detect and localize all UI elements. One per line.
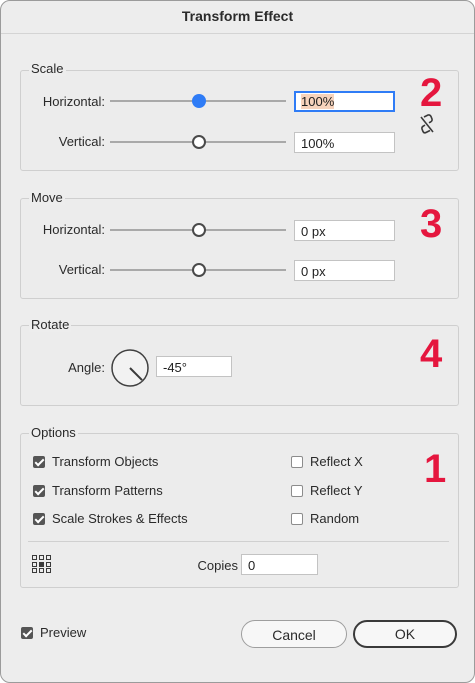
cancel-button[interactable]: Cancel bbox=[241, 620, 347, 648]
slider-thumb[interactable] bbox=[192, 223, 206, 237]
random-label: Random bbox=[310, 511, 360, 526]
slider-thumb[interactable] bbox=[192, 263, 206, 277]
scale-vertical-label: Vertical: bbox=[58, 134, 105, 149]
reflect-x-label: Reflect X bbox=[310, 454, 363, 469]
scale-strokes-checkbox[interactable] bbox=[33, 513, 45, 525]
options-divider bbox=[28, 541, 449, 542]
move-group bbox=[20, 198, 459, 299]
ok-button[interactable]: OK bbox=[353, 620, 457, 648]
copies-label: Copies bbox=[197, 558, 238, 573]
move-horizontal-slider[interactable] bbox=[110, 223, 286, 237]
copies-field[interactable]: 0 bbox=[241, 554, 318, 575]
angle-label: Angle: bbox=[68, 360, 105, 375]
annotation-number: 1 bbox=[424, 447, 447, 491]
reflect-x-checkbox[interactable] bbox=[291, 456, 303, 468]
scale-vertical-slider[interactable] bbox=[110, 135, 286, 149]
move-legend: Move bbox=[29, 190, 65, 205]
transform-patterns-label: Transform Patterns bbox=[52, 483, 163, 498]
selected-text: 100% bbox=[301, 94, 335, 109]
transform-objects-checkbox[interactable] bbox=[33, 456, 45, 468]
move-horizontal-field[interactable]: 0 px bbox=[294, 220, 395, 241]
move-vertical-slider[interactable] bbox=[110, 263, 286, 277]
scale-group bbox=[20, 70, 459, 171]
title-divider bbox=[1, 33, 474, 34]
reflect-y-checkbox[interactable] bbox=[291, 485, 303, 497]
random-checkbox[interactable] bbox=[291, 513, 303, 525]
preview-checkbox[interactable] bbox=[21, 627, 33, 639]
rotate-legend: Rotate bbox=[29, 317, 72, 332]
scale-legend: Scale bbox=[29, 61, 66, 76]
annotation-number: 2 bbox=[420, 71, 443, 115]
slider-thumb[interactable] bbox=[192, 135, 206, 149]
dialog-title: Transform Effect bbox=[181, 8, 294, 24]
angle-dial[interactable] bbox=[110, 348, 150, 388]
angle-field[interactable]: -45° bbox=[156, 356, 232, 377]
scale-strokes-label: Scale Strokes & Effects bbox=[52, 511, 188, 526]
move-vertical-label: Vertical: bbox=[58, 262, 105, 277]
reference-point-grid-icon[interactable] bbox=[31, 554, 53, 574]
transform-objects-label: Transform Objects bbox=[52, 454, 159, 469]
annotation-number: 4 bbox=[420, 332, 443, 376]
scale-horizontal-label: Horizontal: bbox=[42, 94, 105, 109]
annotation-number: 3 bbox=[420, 202, 443, 246]
scale-horizontal-slider[interactable] bbox=[110, 94, 286, 108]
scale-vertical-field[interactable]: 100% bbox=[294, 132, 395, 153]
preview-label: Preview bbox=[40, 625, 87, 640]
move-horizontal-label: Horizontal: bbox=[42, 222, 105, 237]
options-legend: Options bbox=[29, 425, 78, 440]
move-vertical-field[interactable]: 0 px bbox=[294, 260, 395, 281]
broken-link-icon[interactable] bbox=[417, 113, 437, 135]
slider-thumb[interactable] bbox=[192, 94, 206, 108]
scale-horizontal-field[interactable]: 100% bbox=[294, 91, 395, 112]
transform-effect-dialog: Transform Effect Scale Horizontal: 100% … bbox=[0, 0, 475, 683]
reflect-y-label: Reflect Y bbox=[310, 483, 363, 498]
transform-patterns-checkbox[interactable] bbox=[33, 485, 45, 497]
